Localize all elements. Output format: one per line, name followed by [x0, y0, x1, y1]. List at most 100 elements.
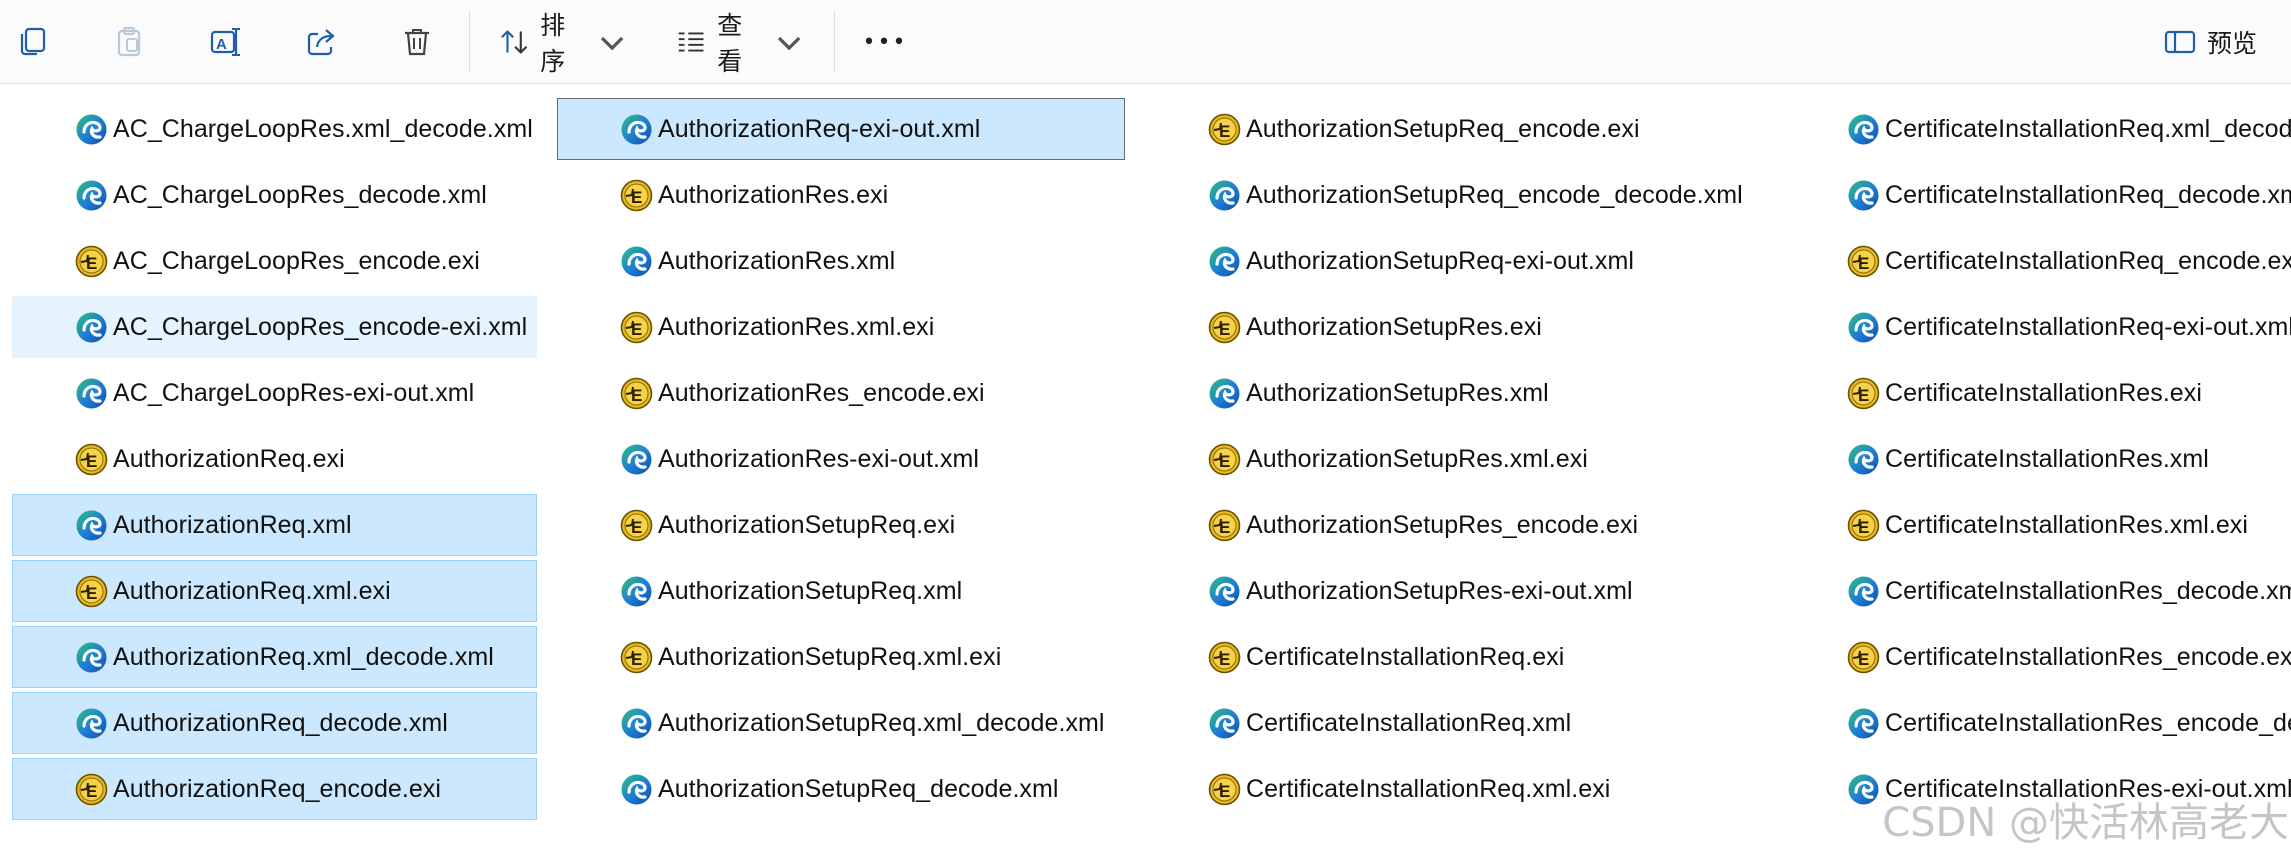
file-item[interactable]: E AuthorizationSetupReq.exi — [557, 494, 1125, 556]
file-name: AuthorizationReq-exi-out.xml — [658, 114, 981, 143]
edge-icon — [1209, 378, 1240, 408]
file-item[interactable]: E AuthorizationSetupRes.xml.exi — [1145, 428, 1775, 490]
file-item[interactable]: AuthorizationReq.xml — [12, 494, 537, 556]
delete-button[interactable] — [392, 14, 442, 70]
file-item[interactable]: E AuthorizationSetupReq.xml.exi — [557, 626, 1125, 688]
file-item[interactable]: E AuthorizationReq.xml.exi — [12, 560, 537, 622]
file-item[interactable]: E AuthorizationRes_encode.exi — [557, 362, 1125, 424]
sort-icon — [501, 30, 528, 54]
share-button[interactable] — [296, 14, 346, 70]
view-button[interactable]: 查看 — [675, 12, 805, 76]
file-item[interactable]: E AuthorizationSetupReq_encode.exi — [1145, 98, 1775, 160]
file-item[interactable]: CertificateInstallationReq_decode.xml — [1784, 164, 2291, 226]
file-item[interactable]: E AuthorizationSetupRes_encode.exi — [1145, 494, 1775, 556]
file-item[interactable]: E AuthorizationRes.xml.exi — [557, 296, 1125, 358]
file-item[interactable]: AC_ChargeLoopRes.xml_decode.xml — [12, 98, 537, 160]
file-item[interactable]: CertificateInstallationRes.xml — [1784, 428, 2291, 490]
file-item[interactable]: AuthorizationSetupReq-exi-out.xml — [1145, 230, 1775, 292]
file-item[interactable]: E AuthorizationSetupRes.exi — [1145, 296, 1775, 358]
file-item[interactable]: E CertificateInstallationRes_encode.exi — [1784, 626, 2291, 688]
file-item[interactable]: E AuthorizationReq_encode.exi — [12, 758, 537, 820]
file-item[interactable]: AuthorizationReq.xml_decode.xml — [12, 626, 537, 688]
file-name: AuthorizationSetupRes.exi — [1246, 312, 1542, 341]
edge-icon — [1848, 576, 1879, 606]
view-label: 查看 — [717, 12, 743, 76]
file-name: AuthorizationReq.exi — [113, 444, 345, 473]
edge-icon — [76, 642, 107, 672]
file-item[interactable]: CertificateInstallationRes_decode.xml — [1784, 560, 2291, 622]
file-name: AuthorizationSetupRes.xml — [1246, 378, 1549, 407]
file-item[interactable]: AuthorizationRes.xml — [557, 230, 1125, 292]
file-item[interactable]: E CertificateInstallationReq.xml.exi — [1145, 758, 1775, 820]
exi-file-icon: E — [1847, 245, 1880, 277]
edge-icon — [621, 774, 652, 804]
file-item[interactable]: CertificateInstallationRes_encode_decode… — [1784, 692, 2291, 754]
sort-button[interactable]: 排序 — [498, 12, 628, 76]
preview-pane-button[interactable]: 预览 — [2150, 14, 2270, 70]
copy-button[interactable] — [8, 14, 58, 70]
file-item[interactable]: CertificateInstallationReq.xml — [1145, 692, 1775, 754]
file-name: AuthorizationReq.xml_decode.xml — [113, 642, 494, 671]
exi-file-icon: E — [620, 179, 653, 211]
toolbar-separator — [469, 10, 470, 72]
paste-button[interactable] — [104, 14, 154, 70]
exi-file-icon: E — [620, 311, 653, 343]
exi-file-icon: E — [1847, 641, 1880, 673]
exi-file-icon: E — [1208, 641, 1241, 673]
exi-file-icon: E — [1208, 509, 1241, 541]
preview-label: 预览 — [2206, 30, 2257, 58]
file-item[interactable]: AuthorizationSetupReq.xml — [557, 560, 1125, 622]
file-item[interactable]: AC_ChargeLoopRes_encode-exi.xml — [12, 296, 537, 358]
file-item[interactable]: AuthorizationReq-exi-out.xml — [557, 98, 1125, 160]
file-item[interactable]: E CertificateInstallationRes.xml.exi — [1784, 494, 2291, 556]
copy-icon — [20, 27, 46, 56]
file-item[interactable]: AuthorizationSetupRes.xml — [1145, 362, 1775, 424]
edge-icon — [76, 708, 107, 738]
file-name: AuthorizationRes.exi — [658, 180, 889, 209]
more-icon: ••• — [862, 29, 908, 55]
edge-icon — [1209, 180, 1240, 210]
exi-file-icon: E — [75, 773, 108, 805]
svg-text:A: A — [216, 36, 227, 53]
file-name: AuthorizationSetupRes-exi-out.xml — [1246, 576, 1633, 605]
file-name: CertificateInstallationRes_encode.exi — [1885, 642, 2291, 671]
edge-icon — [621, 708, 652, 738]
file-item[interactable]: AuthorizationSetupReq.xml_decode.xml — [557, 692, 1125, 754]
edge-icon — [621, 576, 652, 606]
exi-file-icon: E — [620, 377, 653, 409]
preview-pane-icon — [2164, 30, 2196, 54]
file-name: CertificateInstallationReq_encode.exi — [1885, 246, 2291, 275]
edge-icon — [621, 114, 652, 144]
file-item[interactable]: AC_ChargeLoopRes-exi-out.xml — [12, 362, 537, 424]
edge-icon — [1848, 774, 1879, 804]
file-item[interactable]: AuthorizationSetupReq_decode.xml — [557, 758, 1125, 820]
file-name: AuthorizationSetupReq.xml_decode.xml — [658, 708, 1105, 737]
file-item[interactable]: AuthorizationSetupRes-exi-out.xml — [1145, 560, 1775, 622]
file-item[interactable]: AuthorizationReq_decode.xml — [12, 692, 537, 754]
exi-file-icon: E — [1847, 377, 1880, 409]
file-item[interactable]: E AuthorizationRes.exi — [557, 164, 1125, 226]
file-item[interactable]: E AuthorizationReq.exi — [12, 428, 537, 490]
edge-icon — [1848, 444, 1879, 474]
file-item[interactable]: E CertificateInstallationReq.exi — [1145, 626, 1775, 688]
file-item[interactable]: AC_ChargeLoopRes_decode.xml — [12, 164, 537, 226]
edge-icon — [1848, 708, 1879, 738]
file-item[interactable]: E AC_ChargeLoopRes_encode.exi — [12, 230, 537, 292]
file-item[interactable]: CertificateInstallationReq.xml_decode.xm… — [1784, 98, 2291, 160]
file-name: CertificateInstallationRes_encode_decode… — [1885, 708, 2291, 737]
file-name: AuthorizationReq.xml.exi — [113, 576, 391, 605]
rename-button[interactable]: A — [200, 14, 250, 70]
file-item[interactable]: AuthorizationRes-exi-out.xml — [557, 428, 1125, 490]
file-item[interactable]: CertificateInstallationReq-exi-out.xml — [1784, 296, 2291, 358]
file-item[interactable]: AuthorizationSetupReq_encode_decode.xml — [1145, 164, 1775, 226]
file-name: CertificateInstallationReq.xml — [1246, 708, 1572, 737]
edge-icon — [1848, 312, 1879, 342]
file-item[interactable]: E CertificateInstallationRes.exi — [1784, 362, 2291, 424]
edge-icon — [1848, 114, 1879, 144]
file-item[interactable]: E CertificateInstallationReq_encode.exi — [1784, 230, 2291, 292]
exi-file-icon: E — [1208, 773, 1241, 805]
more-options-button[interactable]: ••• — [858, 14, 912, 70]
file-name: AuthorizationSetupReq_encode.exi — [1246, 114, 1640, 143]
edge-icon — [76, 180, 107, 210]
edge-icon — [621, 444, 652, 474]
